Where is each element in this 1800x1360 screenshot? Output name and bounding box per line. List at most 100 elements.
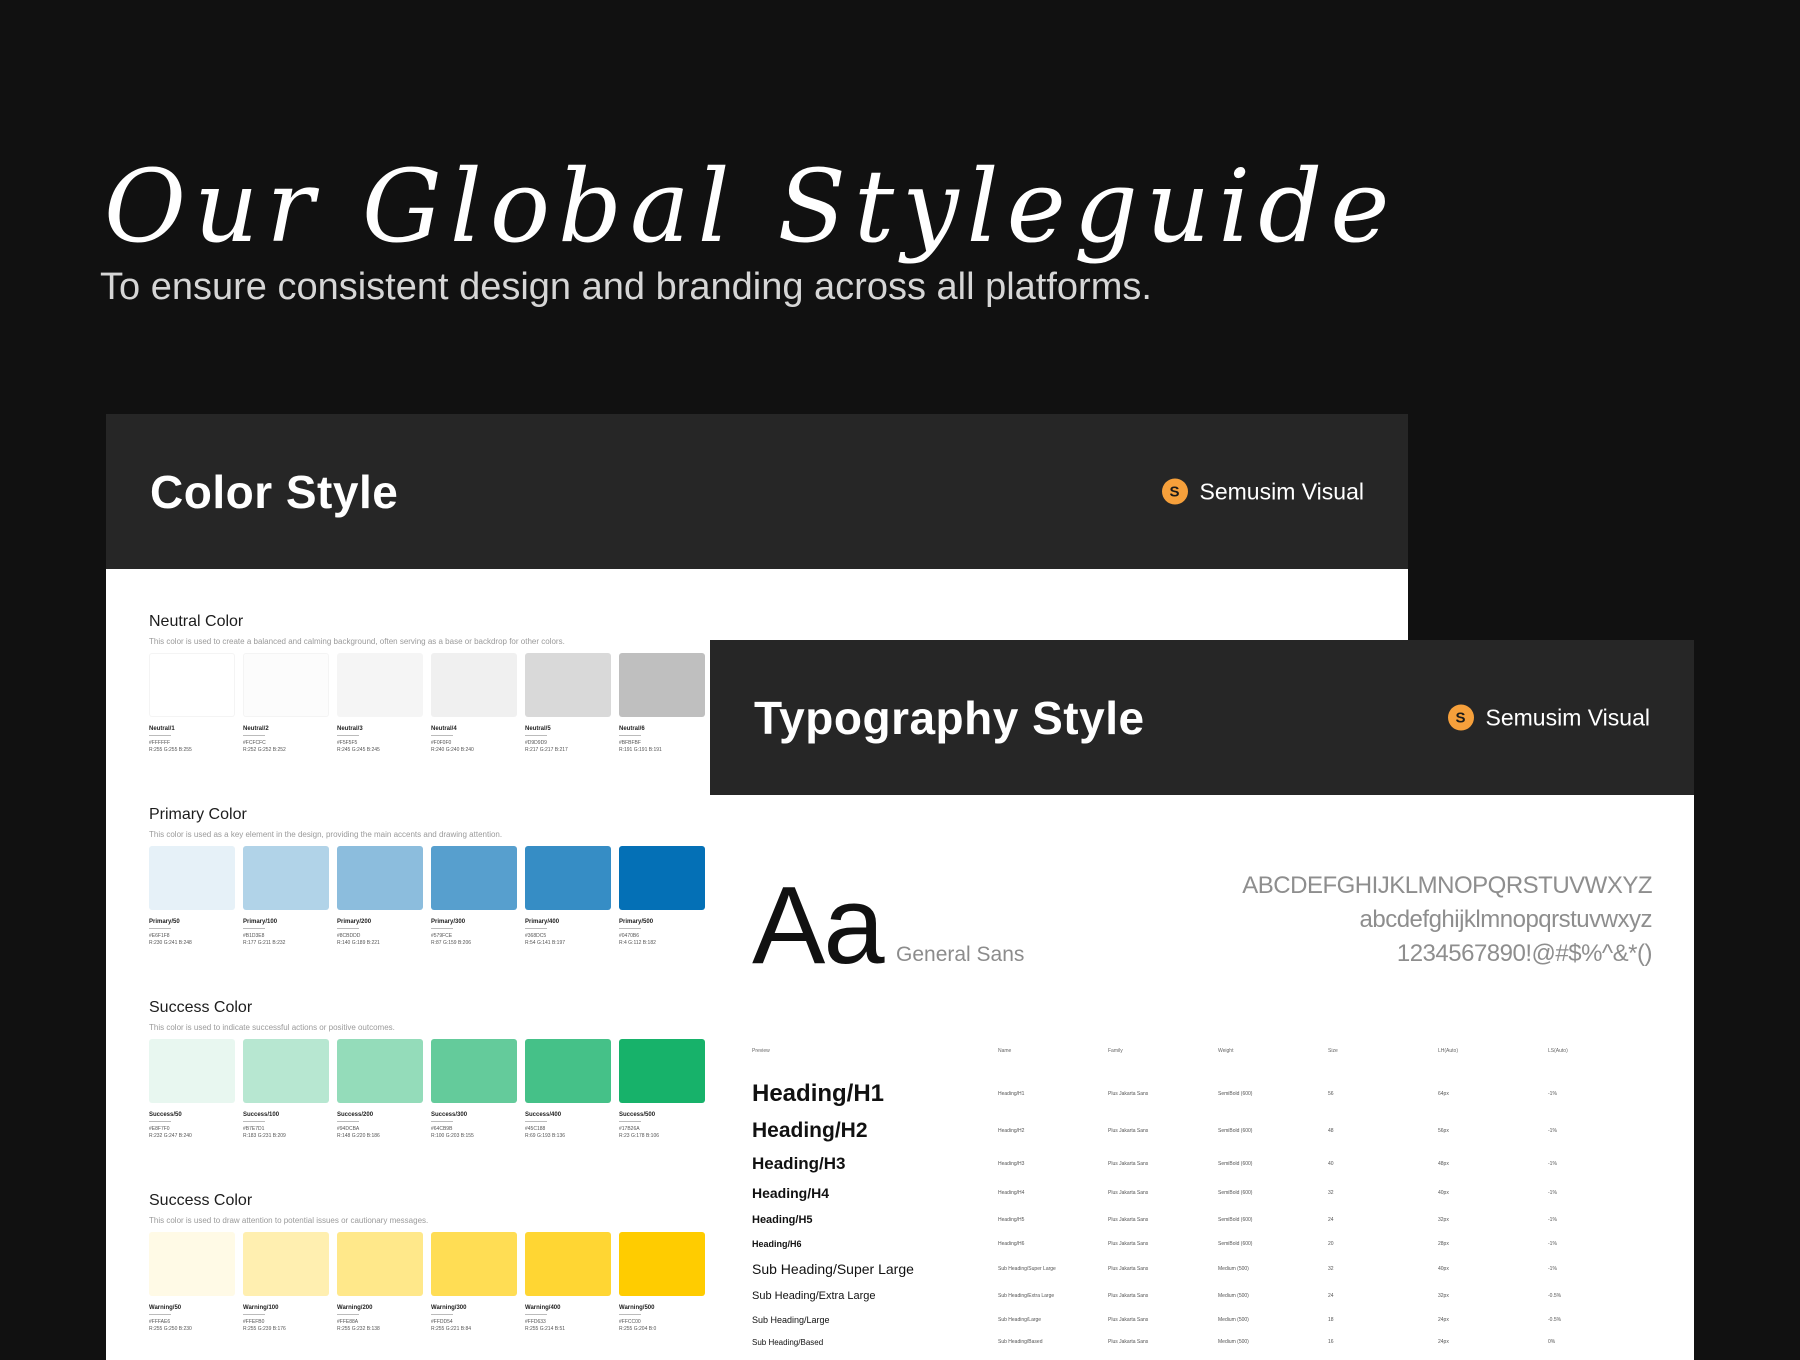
color-swatch[interactable]: Success/200 #94DCBA R:148 G:220 B:186 bbox=[337, 1039, 423, 1140]
color-swatch[interactable]: Primary/300 #579FCE R:87 G:159 B:206 bbox=[431, 846, 517, 947]
color-swatch[interactable]: Warning/200 #FFE88A R:255 G:232 B:138 bbox=[337, 1232, 423, 1333]
swatch-hex: #FFE88A bbox=[337, 1319, 359, 1325]
type-family-cell: Plus Jakarta Sans bbox=[1108, 1316, 1149, 1323]
swatch-rgb: R:255 G:204 B:0 bbox=[619, 1326, 657, 1332]
type-ls-cell: -1% bbox=[1548, 1091, 1557, 1097]
swatch-divider bbox=[149, 928, 171, 929]
swatch-name: Primary/100 bbox=[243, 919, 278, 925]
color-swatch[interactable]: Primary/50 #E6F1F8 R:230 G:241 B:248 bbox=[149, 846, 235, 947]
swatch-name: Warning/500 bbox=[619, 1305, 655, 1311]
type-weight-cell: SemiBold (600) bbox=[1218, 1240, 1253, 1247]
type-ls-cell: -1% bbox=[1548, 1216, 1557, 1223]
swatch-hex: #64CB9B bbox=[431, 1126, 453, 1132]
swatch-rgb: R:240 G:240 B:240 bbox=[431, 747, 474, 753]
type-row[interactable]: Sub Heading/Large Sub Heading/Large Plus J… bbox=[752, 1308, 1652, 1331]
swatch-hex: #17B26A bbox=[619, 1126, 640, 1132]
color-swatch[interactable]: Primary/100 #B1D3E8 R:177 G:211 B:232 bbox=[243, 846, 329, 947]
brand-name: Semusim Visual bbox=[1199, 478, 1364, 504]
swatch-name: Primary/500 bbox=[619, 919, 654, 925]
swatch-hex: #BFBFBF bbox=[619, 740, 641, 746]
type-row[interactable]: Sub Heading/Extra Large Sub Heading/Extra… bbox=[752, 1283, 1652, 1308]
color-swatch[interactable]: Success/50 #E8F7F0 R:232 G:247 B:240 bbox=[149, 1039, 235, 1140]
color-swatch[interactable]: Success/400 #45C188 R:69 G:193 B:136 bbox=[525, 1039, 611, 1140]
color-swatch[interactable]: Warning/100 #FFEFB0 R:255 G:239 B:176 bbox=[243, 1232, 329, 1333]
swatch-chip bbox=[149, 1039, 235, 1103]
color-swatch[interactable]: Primary/200 #8CBDDD R:140 G:189 B:221 bbox=[337, 846, 423, 947]
type-name-cell: Heading/H5 bbox=[998, 1216, 1025, 1223]
swatch-name: Warning/300 bbox=[431, 1305, 467, 1311]
type-ls-cell: -1% bbox=[1548, 1190, 1557, 1196]
swatch-divider bbox=[337, 928, 359, 929]
color-swatch[interactable]: Warning/300 #FFDD54 R:255 G:221 B:84 bbox=[431, 1232, 517, 1333]
color-swatch[interactable]: Neutral/5 #D9D9D9 R:217 G:217 B:217 bbox=[525, 653, 611, 754]
glyph-digits: 1234567890!@#$%^&*() bbox=[1396, 940, 1653, 967]
color-swatch[interactable]: Primary/400 #368DC5 R:54 G:141 B:197 bbox=[525, 846, 611, 947]
type-row[interactable]: Heading/H3 Heading/H3 Plus Jakarta Sans Sem… bbox=[752, 1148, 1652, 1179]
swatch-rgb: R:252 G:252 B:252 bbox=[243, 747, 286, 753]
color-swatch[interactable]: Warning/400 #FFD633 R:255 G:214 B:51 bbox=[525, 1232, 611, 1333]
color-swatch[interactable]: Neutral/2 #FCFCFC R:252 G:252 B:252 bbox=[243, 653, 329, 754]
type-row[interactable]: Heading/H5 Heading/H5 Plus Jakarta Sans Sem… bbox=[752, 1207, 1652, 1232]
swatch-chip bbox=[431, 1039, 517, 1103]
type-family-cell: Plus Jakarta Sans bbox=[1108, 1292, 1149, 1299]
color-swatch[interactable]: Warning/500 #FFCC00 R:255 G:204 B:0 bbox=[619, 1232, 705, 1333]
brand-name: Semusim Visual bbox=[1485, 704, 1650, 730]
type-weight-cell: Medium (500) bbox=[1218, 1266, 1249, 1272]
type-row[interactable]: Sub Heading/MediumSub Heading/MediumPlus… bbox=[752, 1353, 1652, 1360]
swatch-chip bbox=[337, 846, 423, 910]
swatch-name: Success/100 bbox=[243, 1112, 280, 1118]
table-header-cell: Preview bbox=[752, 1048, 770, 1054]
color-swatch[interactable]: Success/100 #B7E7D1 R:183 G:231 B:209 bbox=[243, 1039, 329, 1140]
swatch-rgb: R:4 G:112 B:182 bbox=[619, 940, 656, 946]
swatch-divider bbox=[431, 928, 453, 929]
type-row[interactable]: Heading/H1 Heading/H1 Plus Jakarta Sans Sem… bbox=[752, 1075, 1652, 1113]
swatch-rgb: R:245 G:245 B:245 bbox=[337, 747, 380, 753]
swatch-chip bbox=[337, 1232, 423, 1296]
type-row[interactable]: Sub Heading/Super Large Sub Heading/Super… bbox=[752, 1255, 1652, 1283]
type-weight-cell: SemiBold (600) bbox=[1218, 1160, 1253, 1167]
type-row[interactable]: Heading/H2 Heading/H2 Plus Jakarta Sans Sem… bbox=[752, 1113, 1652, 1148]
swatch-hex: #E8F7F0 bbox=[149, 1126, 170, 1132]
swatch-divider bbox=[619, 1314, 641, 1315]
swatch-chip bbox=[525, 1039, 611, 1103]
color-swatch[interactable]: Success/300 #64CB9B R:100 G:203 B:155 bbox=[431, 1039, 517, 1140]
type-row[interactable]: Sub Heading/Based Sub Heading/Based Plus J… bbox=[752, 1331, 1652, 1353]
swatch-name: Primary/300 bbox=[431, 919, 466, 925]
swatch-name: Neutral/1 bbox=[149, 726, 175, 732]
type-weight-cell: SemiBold (600) bbox=[1218, 1127, 1253, 1134]
type-lh-cell: 28px bbox=[1438, 1240, 1449, 1247]
type-row[interactable]: Heading/H4 Heading/H4 Plus Jakarta Sans Sem… bbox=[752, 1179, 1652, 1207]
color-swatch[interactable]: Neutral/1 #FFFFFF R:255 G:255 B:255 bbox=[149, 653, 235, 754]
swatch-divider bbox=[431, 1121, 453, 1122]
swatch-rgb: R:54 G:141 B:197 bbox=[525, 940, 566, 946]
swatch-rgb: R:23 G:178 B:106 bbox=[619, 1133, 660, 1139]
type-ls-cell: -1% bbox=[1548, 1266, 1557, 1272]
swatch-rgb: R:183 G:231 B:209 bbox=[243, 1133, 286, 1139]
type-name-cell: Heading/H4 bbox=[998, 1190, 1025, 1196]
color-swatch[interactable]: Success/500 #17B26A R:23 G:178 B:106 bbox=[619, 1039, 705, 1140]
color-swatch[interactable]: Neutral/6 #BFBFBF R:191 G:191 B:191 bbox=[619, 653, 705, 754]
swatch-rgb: R:177 G:211 B:232 bbox=[243, 940, 286, 946]
type-preview: Sub Heading/Based bbox=[752, 1337, 824, 1347]
color-swatch[interactable]: Neutral/4 #F0F0F0 R:240 G:240 B:240 bbox=[431, 653, 517, 754]
type-weight-cell: Medium (500) bbox=[1218, 1339, 1249, 1345]
color-swatch[interactable]: Warning/50 #FFFAE6 R:255 G:250 B:230 bbox=[149, 1232, 235, 1333]
type-preview: Heading/H5 bbox=[752, 1213, 813, 1226]
type-family-cell: Plus Jakarta Sans bbox=[1108, 1339, 1149, 1345]
swatch-name: Success/500 bbox=[619, 1112, 656, 1118]
type-lh-cell: 40px bbox=[1438, 1266, 1449, 1272]
color-swatch[interactable]: Neutral/3 #F5F5F5 R:245 G:245 B:245 bbox=[337, 653, 423, 754]
swatch-name: Neutral/3 bbox=[337, 726, 363, 732]
color-swatch[interactable]: Primary/500 #0470B6 R:4 G:112 B:182 bbox=[619, 846, 705, 947]
swatch-divider bbox=[149, 735, 171, 736]
type-name-cell: Heading/H3 bbox=[998, 1160, 1025, 1167]
type-family-cell: Plus Jakarta Sans bbox=[1108, 1240, 1149, 1247]
swatch-name: Neutral/6 bbox=[619, 726, 645, 732]
swatch-rgb: R:87 G:159 B:206 bbox=[431, 940, 472, 946]
type-size-cell: 32 bbox=[1328, 1266, 1334, 1272]
type-row[interactable]: Heading/H6 Heading/H6 Plus Jakarta Sans Sem… bbox=[752, 1232, 1652, 1255]
swatch-chip bbox=[149, 1232, 235, 1296]
swatch-hex: #94DCBA bbox=[337, 1126, 360, 1132]
swatch-chip bbox=[619, 1039, 705, 1103]
type-size-cell: 16 bbox=[1328, 1339, 1334, 1345]
